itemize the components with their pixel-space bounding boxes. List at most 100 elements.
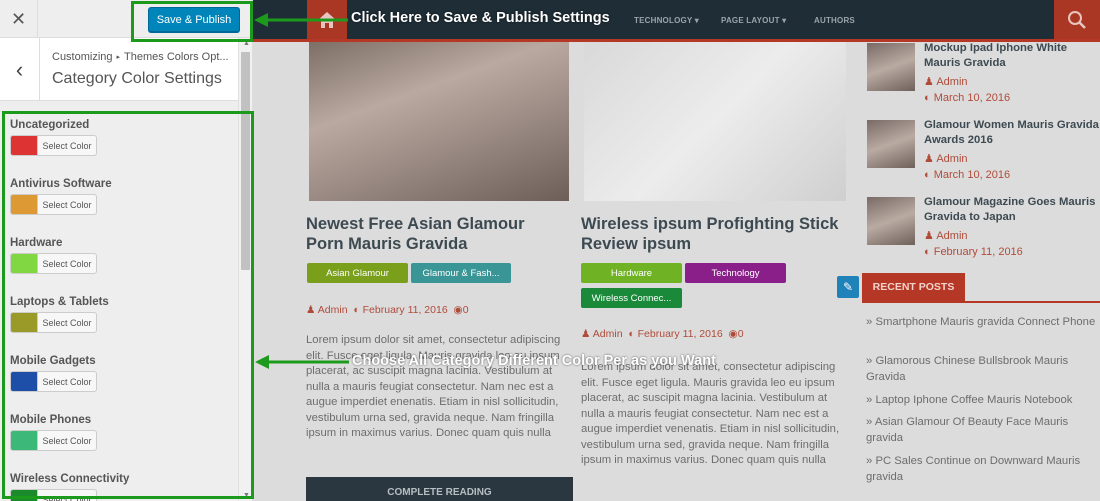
sidebar-post[interactable]: Glamour Women Mauris Gravida Awards 2016… — [865, 118, 1100, 195]
recent-post-label[interactable]: PC Sales Continue on Downward Mauris gra… — [866, 455, 1080, 483]
category-tag[interactable]: Technology — [685, 263, 786, 283]
post-date: February 11, 2016 — [362, 304, 448, 316]
post-date: February 11, 2016 — [637, 328, 723, 340]
category-color-list: Uncategorized Select Color Antivirus Sof… — [0, 112, 238, 501]
close-customizer-button[interactable]: ✕ — [0, 0, 38, 38]
recent-post-label[interactable]: Laptop Iphone Coffee Mauris Notebook — [875, 394, 1072, 406]
select-color-label[interactable]: Select Color — [38, 195, 96, 214]
select-color-label[interactable]: Select Color — [38, 490, 96, 501]
user-icon: ♟ — [924, 230, 934, 242]
color-picker-button[interactable]: Select Color — [10, 489, 97, 501]
nav-item-label: TECHNOLOGY — [634, 16, 693, 25]
author-label[interactable]: Admin — [936, 76, 967, 88]
select-color-label[interactable]: Select Color — [38, 313, 96, 332]
sidebar-post-thumbnail[interactable] — [867, 43, 915, 91]
scroll-up-icon[interactable]: ▲ — [243, 40, 250, 47]
category-tag[interactable]: Hardware — [581, 263, 682, 283]
color-picker-button[interactable]: Select Color — [10, 253, 97, 274]
post-title-1[interactable]: Newest Free Asian Glamour Porn Mauris Gr… — [306, 214, 566, 254]
comment-count[interactable]: 0 — [738, 328, 744, 340]
color-control-label: Wireless Connectivity — [10, 473, 130, 485]
post-excerpt-1: Lorem ipsum dolor sit amet, consectetur … — [306, 334, 561, 439]
post-author[interactable]: Admin — [318, 304, 348, 316]
color-control-mobile-gadgets: Mobile Gadgets Select Color — [0, 348, 238, 407]
category-tag[interactable]: Glamour & Fash... — [411, 263, 511, 283]
panel-scrollbar[interactable]: ▲ ▼ — [238, 38, 252, 501]
recent-post-label[interactable]: Glamorous Chinese Bullsbrook Mauris Grav… — [866, 355, 1068, 383]
comment-icon: ◉ — [453, 304, 463, 316]
chevron-right-icon: » — [866, 394, 873, 406]
color-swatch[interactable] — [11, 313, 38, 332]
post-title-2[interactable]: Wireless ipsum Profighting Stick Review … — [581, 214, 841, 254]
recent-post-link[interactable]: » Laptop Iphone Coffee Mauris Notebook — [866, 392, 1100, 408]
sidebar-post-date: ◐ March 10, 2016 — [924, 92, 1010, 104]
save-publish-button[interactable]: Save & Publish — [148, 7, 240, 32]
customizer-header-bar: ✕ Save & Publish — [0, 0, 252, 38]
complete-reading-button[interactable]: COMPLETE READING — [306, 477, 573, 501]
author-label[interactable]: Admin — [936, 230, 967, 242]
post-meta-1: ♟ Admin ◐ February 11, 2016 ◉0 — [306, 304, 469, 316]
color-picker-button[interactable]: Select Color — [10, 430, 97, 451]
customizer-panel: ✕ Save & Publish ‹ Customizing ▸ Themes Co… — [0, 0, 253, 501]
search-button[interactable] — [1054, 0, 1100, 39]
recent-post-link[interactable]: » Smartphone Mauris gravida Connect Phon… — [866, 314, 1100, 330]
post-image-1[interactable] — [309, 42, 569, 201]
clock-icon: ◐ — [353, 304, 360, 316]
post-author[interactable]: Admin — [593, 328, 623, 340]
scrollbar-thumb[interactable] — [241, 52, 250, 270]
sidebar-post-title[interactable]: Glamour Magazine Goes Mauris Gravida to … — [924, 195, 1100, 225]
author-label[interactable]: Admin — [936, 153, 967, 165]
comment-count[interactable]: 0 — [463, 304, 469, 316]
color-picker-button[interactable]: Select Color — [10, 371, 97, 392]
color-swatch[interactable] — [11, 372, 38, 391]
color-control-wireless-connectivity: Wireless Connectivity Select Color — [0, 466, 238, 501]
sidebar-post[interactable]: Glamour Magazine Goes Mauris Gravida to … — [865, 195, 1100, 272]
color-picker-button[interactable]: Select Color — [10, 135, 97, 156]
color-picker-button[interactable]: Select Color — [10, 312, 97, 333]
select-color-label[interactable]: Select Color — [38, 431, 96, 450]
color-swatch[interactable] — [11, 431, 38, 450]
nav-item-technology[interactable]: TECHNOLOGY ▾ — [634, 16, 699, 25]
category-tag[interactable]: Wireless Connec... — [581, 288, 682, 308]
color-swatch[interactable] — [11, 490, 38, 501]
color-swatch[interactable] — [11, 254, 38, 273]
sidebar-post[interactable]: Mockup Ipad Iphone White Mauris Gravida … — [865, 41, 1100, 118]
sidebar-post-date: ◐ February 11, 2016 — [924, 246, 1023, 258]
date-label: March 10, 2016 — [933, 92, 1011, 104]
breadcrumb-separator-icon: ▸ — [116, 54, 121, 61]
back-button[interactable]: ‹ — [0, 38, 40, 101]
recent-post-link[interactable]: » Glamorous Chinese Bullsbrook Mauris Gr… — [866, 353, 1100, 385]
scroll-down-icon[interactable]: ▼ — [243, 492, 250, 499]
sidebar-post-thumbnail[interactable] — [867, 120, 915, 168]
color-control-label: Uncategorized — [10, 119, 90, 131]
nav-item-page-layout[interactable]: PAGE LAYOUT ▾ — [721, 16, 786, 25]
annotation-save-hint: Click Here to Save & Publish Settings — [351, 10, 610, 26]
category-tag[interactable]: Asian Glamour — [307, 263, 408, 283]
color-swatch[interactable] — [11, 195, 38, 214]
post-image-2[interactable] — [584, 42, 846, 201]
recent-post-label[interactable]: Smartphone Mauris gravida Connect Phone — [875, 316, 1095, 328]
sidebar-post-author: ♟ Admin — [924, 229, 968, 242]
select-color-label[interactable]: Select Color — [38, 136, 96, 155]
section-title: Category Color Settings — [52, 70, 222, 87]
recent-post-link[interactable]: » PC Sales Continue on Downward Mauris g… — [866, 453, 1100, 485]
select-color-label[interactable]: Select Color — [38, 254, 96, 273]
breadcrumb-parent: Themes Colors Opt... — [124, 51, 229, 63]
clock-icon: ◐ — [628, 328, 635, 340]
sidebar-post-title[interactable]: Glamour Women Mauris Gravida Awards 2016 — [924, 118, 1100, 148]
recent-posts-heading: RECENT POSTS — [862, 273, 1100, 303]
chevron-right-icon: » — [866, 455, 873, 467]
chevron-down-icon: ▾ — [694, 16, 699, 25]
recent-post-link[interactable]: » Asian Glamour Of Beauty Face Mauris gr… — [866, 414, 1100, 446]
select-color-label[interactable]: Select Color — [38, 372, 96, 391]
edit-pencil-icon[interactable]: ✎ — [837, 276, 859, 298]
color-picker-button[interactable]: Select Color — [10, 194, 97, 215]
post-meta-2: ♟ Admin ◐ February 11, 2016 ◉0 — [581, 328, 744, 340]
sidebar-post-title[interactable]: Mockup Ipad Iphone White Mauris Gravida — [924, 41, 1100, 71]
color-swatch[interactable] — [11, 136, 38, 155]
user-icon: ♟ — [581, 328, 591, 340]
clock-icon: ◐ — [924, 246, 931, 258]
sidebar-post-thumbnail[interactable] — [867, 197, 915, 245]
recent-post-label[interactable]: Asian Glamour Of Beauty Face Mauris grav… — [866, 416, 1068, 444]
nav-item-authors[interactable]: AUTHORS — [814, 16, 855, 25]
